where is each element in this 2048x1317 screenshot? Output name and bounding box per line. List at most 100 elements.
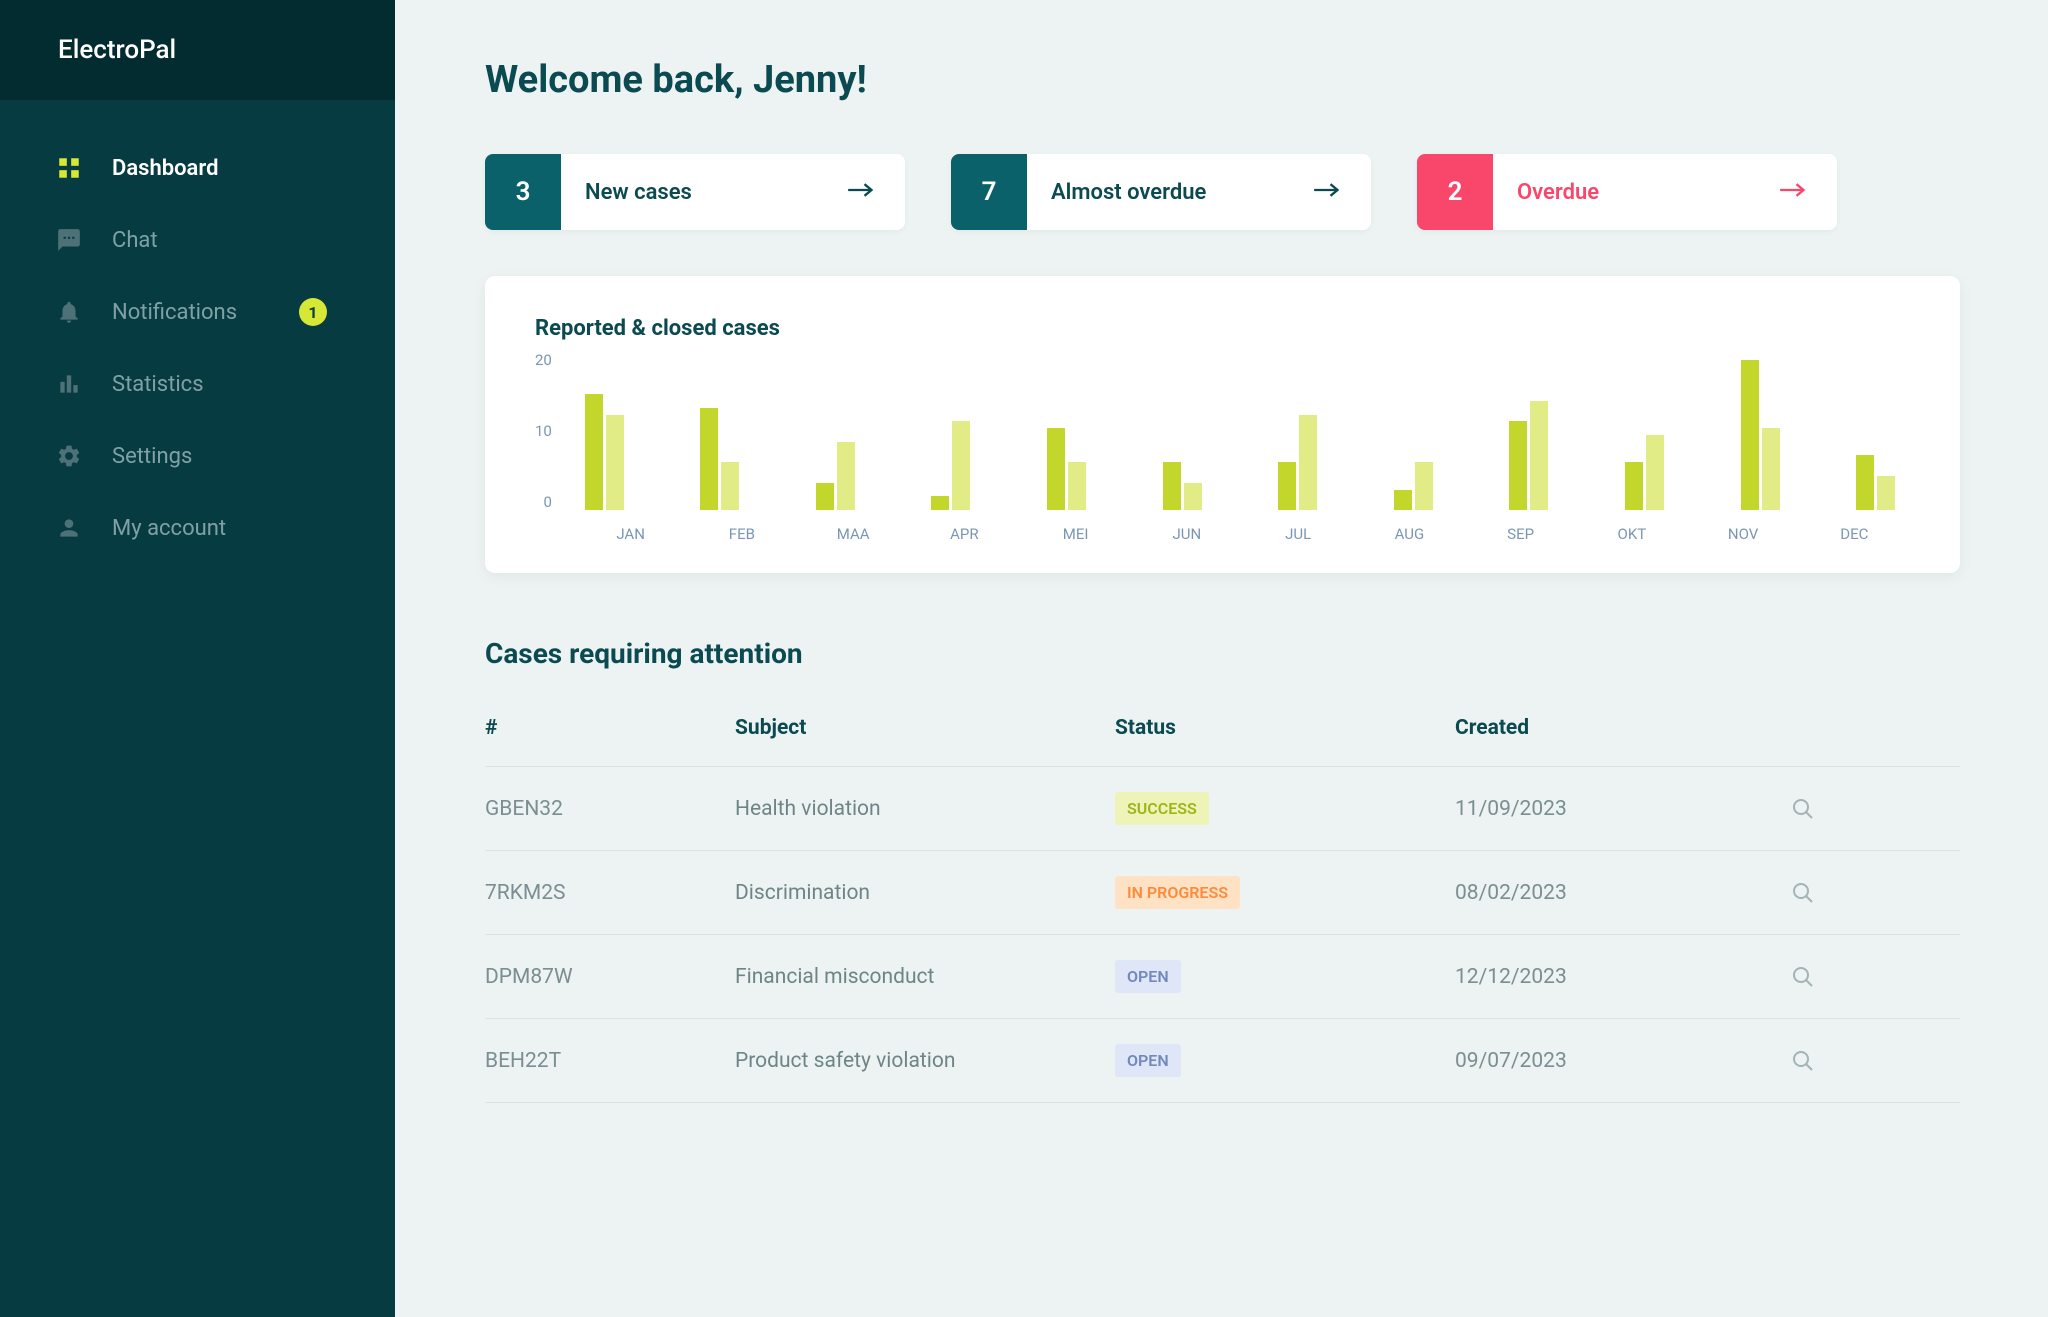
chart-bar-reported xyxy=(1856,455,1874,510)
welcome-heading: Welcome back, Jenny! xyxy=(485,58,1960,102)
chart-bar-reported xyxy=(1741,360,1759,510)
chart-bar-reported xyxy=(1278,462,1296,510)
chart-bar-group xyxy=(1379,462,1448,510)
chart-bar-group xyxy=(685,408,754,510)
chart-x-label: MEI xyxy=(1020,525,1131,543)
main-content: Welcome back, Jenny! 3 New cases 7 Almos… xyxy=(395,0,2048,1317)
col-subject: Subject xyxy=(735,716,1115,740)
cell-id: GBEN32 xyxy=(485,797,735,821)
sidebar-item-chat[interactable]: Chat xyxy=(0,204,395,276)
stat-count: 3 xyxy=(485,154,561,230)
cell-created: 12/12/2023 xyxy=(1455,965,1755,989)
cell-subject: Discrimination xyxy=(735,881,1115,905)
chart-bar-group xyxy=(570,394,639,510)
notification-badge: 1 xyxy=(299,298,327,326)
sidebar-item-label: Notifications xyxy=(112,300,237,325)
stat-card-almost-overdue[interactable]: 7 Almost overdue xyxy=(951,154,1371,230)
chat-icon xyxy=(54,225,84,255)
sidebar-item-label: Chat xyxy=(112,228,158,253)
chart-bar-group xyxy=(1495,401,1564,510)
chart-bar-closed xyxy=(1877,476,1895,510)
cell-subject: Financial misconduct xyxy=(735,965,1115,989)
status-badge: OPEN xyxy=(1115,1044,1181,1077)
chart-x-label: DEC xyxy=(1799,525,1910,543)
chart-bar-reported xyxy=(1047,428,1065,510)
cell-created: 11/09/2023 xyxy=(1455,797,1755,821)
cell-created: 09/07/2023 xyxy=(1455,1049,1755,1073)
chart-x-label: NOV xyxy=(1688,525,1799,543)
chart-bar-group xyxy=(1032,428,1101,510)
sidebar-item-myaccount[interactable]: My account xyxy=(0,492,395,564)
chart-bar-reported xyxy=(1509,421,1527,510)
chart-bar-closed xyxy=(1646,435,1664,510)
cell-created: 08/02/2023 xyxy=(1455,881,1755,905)
stat-card-new[interactable]: 3 New cases xyxy=(485,154,905,230)
col-status: Status xyxy=(1115,716,1455,740)
cell-status: OPEN xyxy=(1115,1044,1455,1077)
chart-bar-closed xyxy=(1530,401,1548,510)
status-badge: SUCCESS xyxy=(1115,792,1209,825)
stat-label: Overdue xyxy=(1517,180,1599,205)
cell-subject: Health violation xyxy=(735,797,1115,821)
chart-bar-closed xyxy=(1762,428,1780,510)
person-icon xyxy=(54,513,84,543)
chart-bar-closed xyxy=(1299,415,1317,510)
bell-icon xyxy=(54,297,84,327)
chart-bar-reported xyxy=(931,496,949,510)
logo-bar: ElectroPal xyxy=(0,0,395,100)
chart-bar-reported xyxy=(1163,462,1181,510)
chart-bar-reported xyxy=(585,394,603,510)
chart-x-label: JUN xyxy=(1131,525,1242,543)
stat-card-overdue[interactable]: 2 Overdue xyxy=(1417,154,1837,230)
sidebar-item-settings[interactable]: Settings xyxy=(0,420,395,492)
sidebar-item-dashboard[interactable]: Dashboard xyxy=(0,132,395,204)
stat-count: 7 xyxy=(951,154,1027,230)
chart-plot xyxy=(570,351,1910,511)
sidebar-item-statistics[interactable]: Statistics xyxy=(0,348,395,420)
cell-status: OPEN xyxy=(1115,960,1455,993)
row-view-button[interactable] xyxy=(1755,797,1825,821)
chart-bar-group xyxy=(1148,462,1217,510)
table-title: Cases requiring attention xyxy=(485,637,1960,670)
chart-x-label: SEP xyxy=(1465,525,1576,543)
chart-x-label: FEB xyxy=(686,525,797,543)
grid-icon xyxy=(54,153,84,183)
chart-x-label: JAN xyxy=(575,525,686,543)
arrow-right-icon xyxy=(847,180,875,204)
chart-bar-closed xyxy=(606,415,624,510)
cell-status: SUCCESS xyxy=(1115,792,1455,825)
chart-bar-reported xyxy=(700,408,718,510)
stat-count: 2 xyxy=(1417,154,1493,230)
app-logo: ElectroPal xyxy=(58,35,176,65)
chart-bar-group xyxy=(1610,435,1679,510)
cell-id: DPM87W xyxy=(485,965,735,989)
cell-id: BEH22T xyxy=(485,1049,735,1073)
arrow-right-icon xyxy=(1779,180,1807,204)
chart-x-label: MAA xyxy=(798,525,909,543)
table-row: BEH22TProduct safety violationOPEN 09/07/… xyxy=(485,1019,1960,1103)
row-view-button[interactable] xyxy=(1755,1049,1825,1073)
row-view-button[interactable] xyxy=(1755,965,1825,989)
chart-title: Reported & closed cases xyxy=(535,316,1910,341)
sidebar-item-notifications[interactable]: Notifications 1 xyxy=(0,276,395,348)
gear-icon xyxy=(54,441,84,471)
chart-bar-closed xyxy=(1184,483,1202,510)
arrow-right-icon xyxy=(1313,180,1341,204)
chart-panel: Reported & closed cases 20100 JANFEBMAAA… xyxy=(485,276,1960,573)
cell-subject: Product safety violation xyxy=(735,1049,1115,1073)
row-view-button[interactable] xyxy=(1755,881,1825,905)
chart-y-axis: 20100 xyxy=(535,351,570,511)
chart-x-label: APR xyxy=(909,525,1020,543)
chart-x-label: OKT xyxy=(1576,525,1687,543)
sidebar-item-label: Statistics xyxy=(112,372,204,397)
stat-label: Almost overdue xyxy=(1051,180,1206,205)
stats-icon xyxy=(54,369,84,399)
chart-bar-group xyxy=(1841,455,1910,510)
sidebar-item-label: Settings xyxy=(112,444,192,469)
chart-x-label: JUL xyxy=(1243,525,1354,543)
table-header: # Subject Status Created xyxy=(485,716,1960,767)
col-id: # xyxy=(485,716,735,740)
status-badge: OPEN xyxy=(1115,960,1181,993)
chart-bar-reported xyxy=(1625,462,1643,510)
table-row: DPM87WFinancial misconductOPEN 12/12/2023 xyxy=(485,935,1960,1019)
